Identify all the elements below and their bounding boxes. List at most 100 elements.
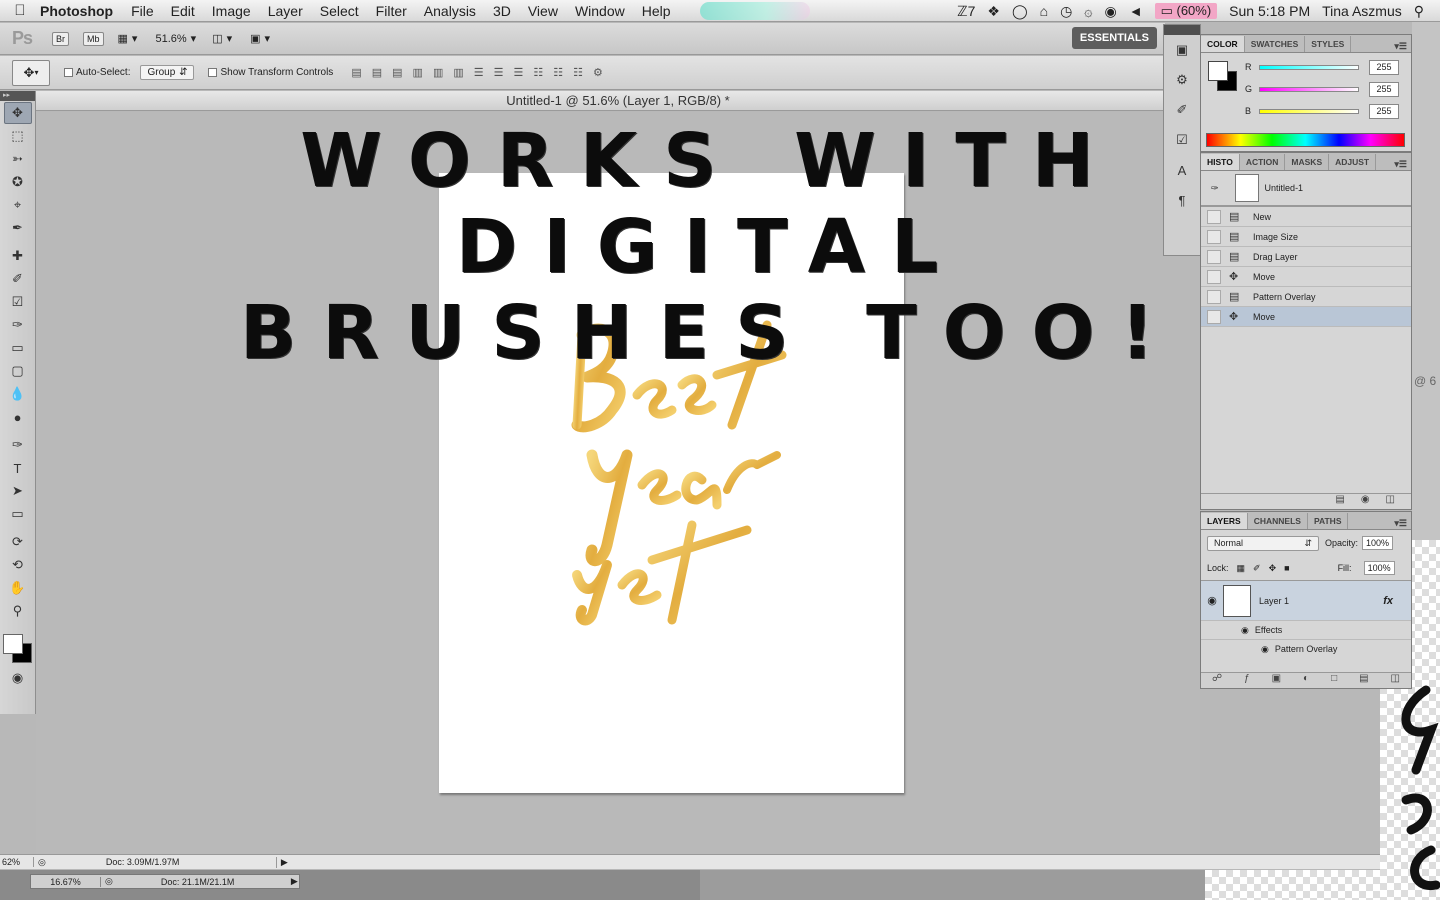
distribute-vcenter-icon[interactable]: ☰ [494, 66, 504, 79]
auto-align-icon[interactable]: ⚙ [593, 66, 603, 79]
zoom-level-dropdown[interactable]: 51.6% ▾ [155, 32, 196, 46]
tool-presets-panel-icon[interactable]: ⚙ [1164, 65, 1200, 95]
panel-menu-icon[interactable]: ▾☰ [1390, 518, 1411, 529]
distribute-left-icon[interactable]: ☷ [533, 66, 543, 79]
quick-selection-tool-icon[interactable]: ✪ [4, 171, 32, 193]
document-title-bar[interactable]: Untitled-1 @ 51.6% (Layer 1, RGB/8) * [36, 91, 1200, 111]
add-layer-style-icon[interactable]: ƒ [1244, 673, 1250, 688]
blue-value-input[interactable]: 255 [1369, 103, 1399, 119]
tab-layers[interactable]: LAYERS [1201, 513, 1248, 529]
spotlight-search-icon[interactable]: ⚲ [1414, 3, 1424, 20]
bridge-button[interactable]: Br [52, 31, 69, 46]
3d-orbit-tool-icon[interactable]: ⟲ [4, 554, 32, 576]
view-extras-dropdown[interactable]: ▦ ▾ [118, 32, 138, 45]
toolbox-grip[interactable]: ▸▸ [0, 91, 35, 101]
status-menu-arrow-icon[interactable]: ▶ [291, 876, 298, 887]
menu-file[interactable]: File [131, 3, 154, 19]
adobe-status-icon[interactable]: ℤ7 [957, 3, 975, 20]
dodge-tool-icon[interactable]: ● [4, 406, 32, 428]
eyedropper-tool-icon[interactable]: ✒ [4, 217, 32, 239]
time-machine-icon[interactable]: ◷ [1060, 3, 1072, 20]
battery-indicator[interactable]: ▭ (60%) [1154, 3, 1218, 19]
menu-app-name[interactable]: Photoshop [40, 3, 113, 19]
lasso-tool-icon[interactable]: ➳ [4, 148, 32, 170]
visibility-eye-icon[interactable]: ◉ [1201, 594, 1223, 607]
show-transform-option[interactable]: Show Transform Controls [208, 67, 333, 78]
hand-tool-icon[interactable]: ✋ [4, 577, 32, 599]
green-slider[interactable] [1259, 86, 1359, 92]
home-icon[interactable]: ⌂ [1040, 3, 1048, 19]
mini-bridge-button[interactable]: Mb [83, 31, 104, 46]
history-brush-tool-icon[interactable]: ✑ [4, 314, 32, 336]
new-layer-icon[interactable]: ▤ [1359, 673, 1368, 688]
move-tool-icon[interactable]: ✥ [3, 102, 32, 124]
distribute-bottom-icon[interactable]: ☰ [514, 66, 524, 79]
auto-select-option[interactable]: Auto-Select: [64, 67, 130, 78]
menu-analysis[interactable]: Analysis [424, 3, 476, 19]
align-bottom-icon[interactable]: ▤ [392, 66, 402, 79]
menu-view[interactable]: View [528, 3, 558, 19]
status-zoom[interactable]: 62% [0, 857, 34, 867]
tool-preset-picker[interactable]: ✥ ▾ [12, 59, 50, 86]
adjustment-layer-icon[interactable]: ◐ [1303, 673, 1309, 688]
quick-mask-icon[interactable]: ◉ [4, 667, 32, 689]
clone-stamp-tool-icon[interactable]: ☑ [4, 291, 32, 313]
pattern-overlay-row[interactable]: ◉ Pattern Overlay [1201, 639, 1411, 658]
lock-all-icon[interactable]: ■ [1284, 563, 1289, 573]
gradient-tool-icon[interactable]: ▢ [4, 360, 32, 382]
tab-paths[interactable]: PATHS [1308, 513, 1349, 529]
lock-pixels-icon[interactable]: ✐ [1253, 563, 1261, 574]
menu-window[interactable]: Window [575, 3, 625, 19]
pen-tool-icon[interactable]: ✑ [4, 434, 32, 456]
link-layers-icon[interactable]: ☍ [1212, 673, 1222, 688]
tab-adjustments[interactable]: ADJUST [1329, 154, 1377, 170]
mini-bridge-panel-icon[interactable]: ▣ [1164, 35, 1200, 65]
red-slider[interactable] [1259, 64, 1359, 70]
tab-channels[interactable]: CHANNELS [1248, 513, 1308, 529]
layer-row[interactable]: ◉ Layer 1 fx [1201, 580, 1411, 620]
align-top-icon[interactable]: ▤ [351, 66, 361, 79]
shape-tool-icon[interactable]: ▭ [4, 503, 32, 525]
layer-effects-row[interactable]: ◉ Effects [1201, 620, 1411, 639]
align-left-icon[interactable]: ▥ [413, 66, 423, 79]
auto-select-checkbox[interactable] [64, 68, 73, 77]
lock-transparency-icon[interactable]: ▦ [1237, 563, 1246, 574]
volume-icon[interactable]: ◄ [1129, 3, 1143, 19]
new-group-icon[interactable]: □ [1331, 673, 1337, 688]
effects-eye-icon[interactable]: ◉ [1241, 625, 1249, 636]
red-value-input[interactable]: 255 [1369, 59, 1399, 75]
layer-name[interactable]: Layer 1 [1259, 596, 1289, 606]
camera-snapshot-icon[interactable]: ◉ [1361, 494, 1370, 509]
eraser-tool-icon[interactable]: ▭ [4, 337, 32, 359]
clock[interactable]: Sun 5:18 PM [1229, 3, 1310, 19]
panel-menu-icon[interactable]: ▾☰ [1390, 41, 1411, 52]
blur-tool-icon[interactable]: 💧 [4, 383, 32, 405]
distribute-top-icon[interactable]: ☰ [474, 66, 484, 79]
menu-help[interactable]: Help [642, 3, 671, 19]
marquee-tool-icon[interactable]: ⬚ [4, 125, 32, 147]
add-mask-icon[interactable]: ▣ [1272, 673, 1281, 688]
show-transform-checkbox[interactable] [208, 68, 218, 77]
type-tool-icon[interactable]: T [4, 457, 32, 479]
tab-styles[interactable]: STYLES [1305, 36, 1352, 52]
tab-color[interactable]: COLOR [1201, 36, 1245, 52]
menu-3d[interactable]: 3D [493, 3, 511, 19]
align-vcenter-icon[interactable]: ▤ [372, 66, 382, 79]
status-menu-arrow-icon[interactable]: ▶ [275, 856, 292, 868]
distribute-hcenter-icon[interactable]: ☷ [553, 66, 563, 79]
lock-position-icon[interactable]: ✥ [1269, 563, 1277, 574]
screen-mode-dropdown[interactable]: ▣ ▾ [250, 32, 270, 45]
brush-tool-icon[interactable]: ✐ [4, 268, 32, 290]
panel-menu-icon[interactable]: ▾☰ [1390, 159, 1411, 170]
distribute-right-icon[interactable]: ☷ [573, 66, 583, 79]
foreground-color-swatch[interactable] [3, 634, 23, 654]
auto-select-target-select[interactable]: Group ⇵ [140, 65, 195, 80]
arrange-documents-dropdown[interactable]: ◫ ▾ [212, 32, 232, 45]
trash-icon[interactable]: ◫ [1386, 494, 1395, 509]
apple-menu-icon[interactable]:  [0, 2, 40, 19]
zoom-tool-icon[interactable]: ⚲ [4, 600, 32, 622]
trash-icon[interactable]: ◫ [1391, 673, 1400, 688]
dropbox-icon[interactable]: ❖ [987, 3, 1000, 20]
menu-image[interactable]: Image [212, 3, 251, 19]
workspace-essentials-button[interactable]: ESSENTIALS [1071, 27, 1157, 49]
